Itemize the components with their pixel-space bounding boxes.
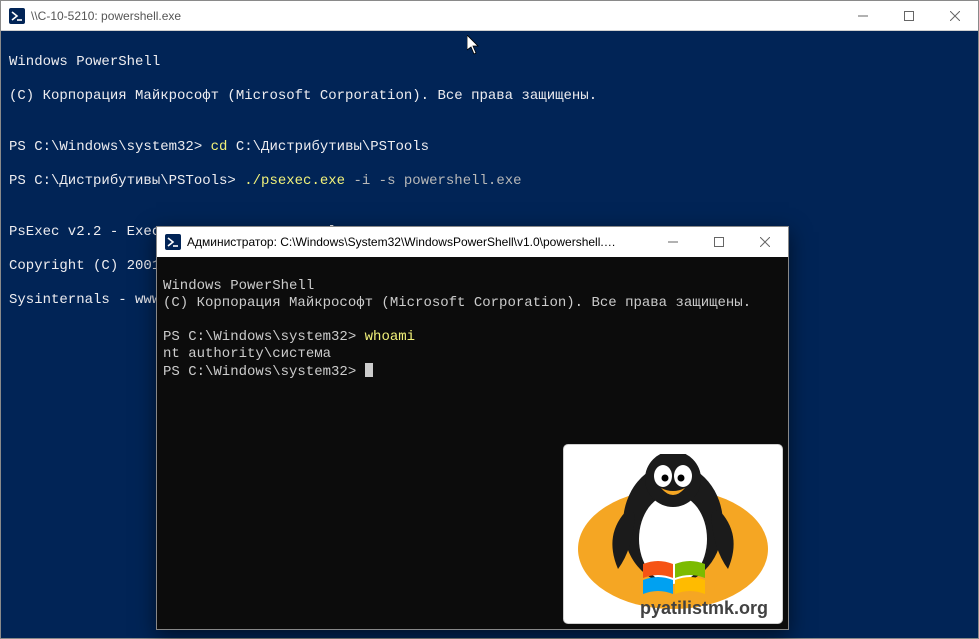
inner-term-line: PS C:\Windows\system32>	[163, 364, 373, 380]
outer-title-text: \\C-10-5210: powershell.exe	[31, 9, 181, 23]
inner-term-line: PS C:\Windows\system32> whoami	[163, 329, 415, 345]
prompt-text: PS C:\Windows\system32>	[9, 139, 211, 155]
minimize-icon	[858, 11, 868, 21]
inner-titlebar[interactable]: Администратор: C:\Windows\System32\Windo…	[157, 227, 788, 257]
outer-term-line: PS C:\Windows\system32> cd C:\Дистрибути…	[9, 139, 970, 156]
close-icon	[950, 11, 960, 21]
command-arg: C:\Дистрибутивы\PSTools	[227, 139, 429, 155]
command-text: ./psexec.exe	[244, 173, 345, 189]
watermark-text: pyatilistmk.org	[640, 600, 768, 617]
maximize-icon	[904, 11, 914, 21]
outer-powershell-window: \\C-10-5210: powershell.exe Windows Powe…	[0, 0, 979, 639]
outer-close-button[interactable]	[932, 1, 978, 31]
command-text: whoami	[365, 329, 415, 345]
inner-terminal[interactable]: Windows PowerShell (C) Корпорация Майкро…	[157, 257, 788, 629]
prompt-text: PS C:\Дистрибутивы\PSTools>	[9, 173, 244, 189]
close-icon	[760, 237, 770, 247]
outer-titlebar[interactable]: \\C-10-5210: powershell.exe	[1, 1, 978, 31]
watermark-logo: pyatilistmk.org	[564, 445, 782, 623]
prompt-text: PS C:\Windows\system32>	[163, 329, 365, 345]
outer-minimize-button[interactable]	[840, 1, 886, 31]
outer-term-line: Windows PowerShell	[9, 54, 970, 71]
ps-icon	[9, 8, 25, 24]
inner-title-text: Администратор: C:\Windows\System32\Windo…	[187, 235, 617, 249]
inner-close-button[interactable]	[742, 227, 788, 257]
outer-term-line: PS C:\Дистрибутивы\PSTools> ./psexec.exe…	[9, 173, 970, 190]
inner-minimize-button[interactable]	[650, 227, 696, 257]
inner-term-line: Windows PowerShell	[163, 278, 314, 294]
command-text: cd	[211, 139, 228, 155]
cursor-block	[365, 363, 373, 377]
inner-term-line: nt authority\система	[163, 346, 331, 362]
command-arg: -i -s	[345, 173, 395, 189]
prompt-text: PS C:\Windows\system32>	[163, 364, 365, 380]
maximize-icon	[714, 237, 724, 247]
command-arg: powershell.exe	[396, 173, 522, 189]
inner-term-line: (C) Корпорация Майкрософт (Microsoft Cor…	[163, 295, 751, 311]
inner-maximize-button[interactable]	[696, 227, 742, 257]
ps-icon	[165, 234, 181, 250]
penguin-icon	[573, 454, 773, 614]
minimize-icon	[668, 237, 678, 247]
outer-maximize-button[interactable]	[886, 1, 932, 31]
inner-powershell-window: Администратор: C:\Windows\System32\Windo…	[156, 226, 789, 630]
outer-term-line: (C) Корпорация Майкрософт (Microsoft Cor…	[9, 88, 970, 105]
